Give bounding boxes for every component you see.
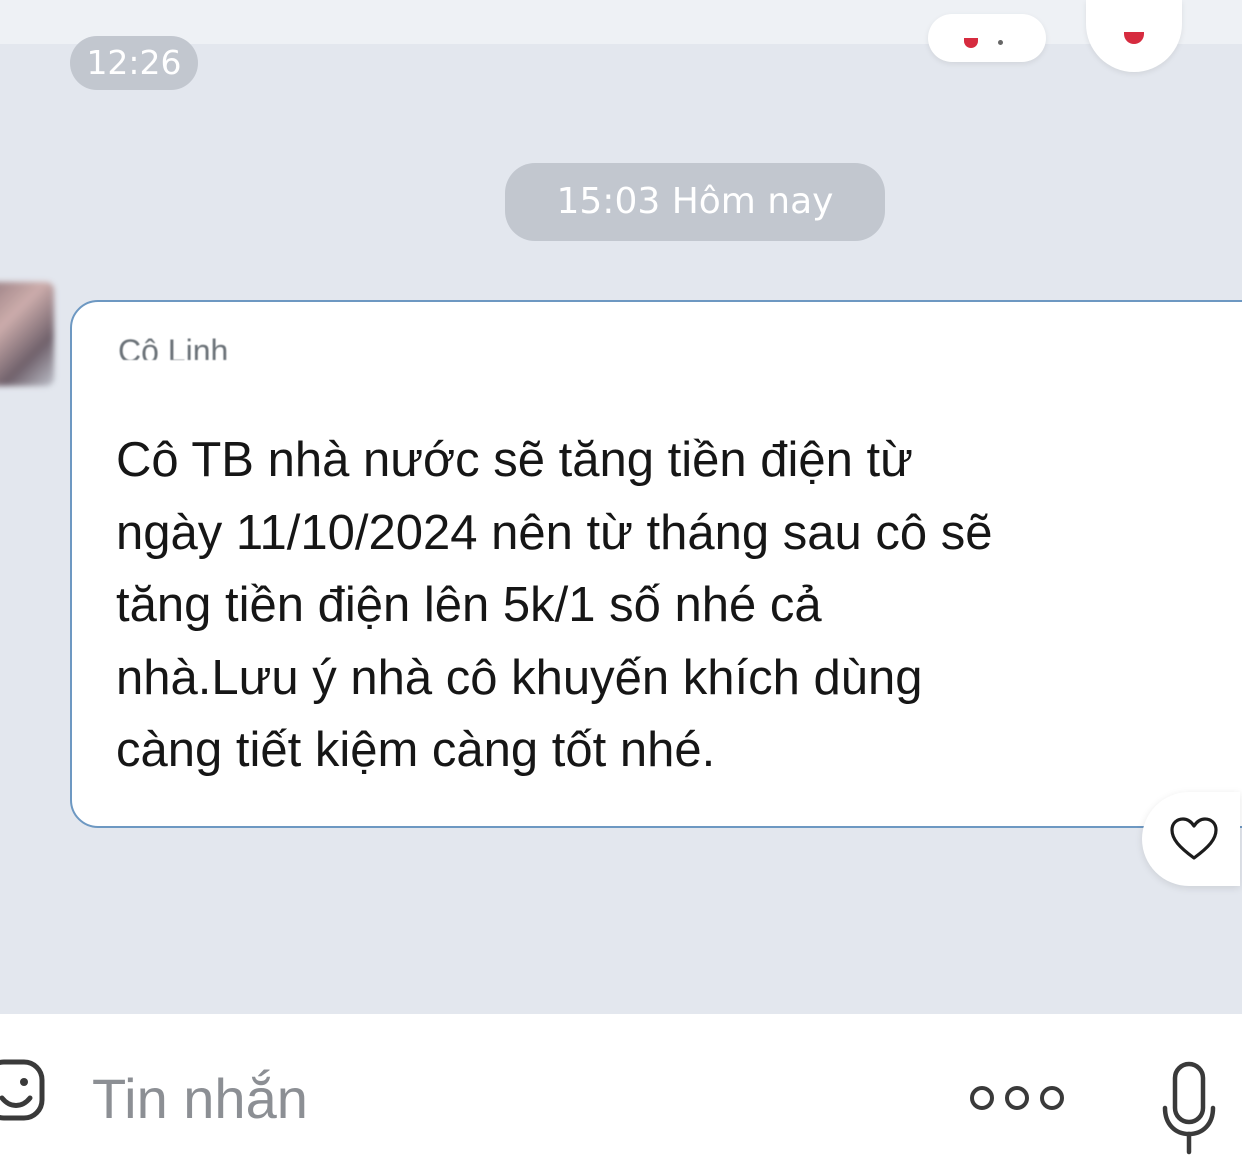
- previous-reaction-summary[interactable]: [928, 14, 1046, 62]
- current-time-chip: 15:03 Hôm nay: [505, 163, 885, 241]
- microphone-icon[interactable]: [1160, 1060, 1218, 1156]
- message-composer: Tin nhắn: [0, 1014, 1242, 1157]
- message-bubble[interactable]: Cô Linh Cô TB nhà nước sẽ tăng tiền điện…: [70, 300, 1242, 828]
- previous-messages-area: [0, 0, 1242, 44]
- emoji-icon[interactable]: [0, 1058, 46, 1122]
- previous-heart-reaction-button[interactable]: [1086, 0, 1182, 72]
- message-text: Cô TB nhà nước sẽ tăng tiền điện từ ngày…: [116, 433, 993, 777]
- heart-reaction-button[interactable]: [1142, 792, 1240, 886]
- more-options-icon[interactable]: [968, 1084, 1066, 1112]
- sender-name: Cô Linh: [118, 333, 229, 360]
- previous-time-chip: 12:26: [70, 36, 198, 90]
- sender-avatar[interactable]: [0, 282, 54, 386]
- heart-outline-icon: [1170, 817, 1218, 860]
- message-input[interactable]: Tin nhắn: [92, 1064, 308, 1134]
